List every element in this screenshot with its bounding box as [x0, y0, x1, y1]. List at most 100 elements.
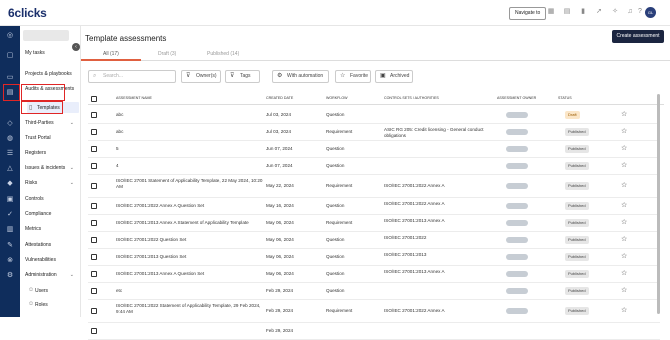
- calendar-icon[interactable]: ▤: [563, 8, 571, 16]
- risk-icon[interactable]: ◆: [5, 180, 15, 188]
- table-row[interactable]: 5 Jun 07, 2024 Question Published ☆: [88, 141, 660, 158]
- favorite-star-icon[interactable]: ☆: [621, 286, 627, 294]
- home-icon[interactable]: ◎: [5, 32, 15, 40]
- assessment-name[interactable]: ISO/IEC 27001:2013 Question Set: [116, 254, 266, 259]
- col-status[interactable]: Status: [558, 96, 572, 100]
- chevron-down-icon[interactable]: ⌄: [70, 180, 74, 186]
- row-checkbox[interactable]: [91, 129, 97, 135]
- sidebar-item-roles[interactable]: Roles: [35, 302, 75, 308]
- table-row[interactable]: abc Jul 03, 2024 Question Draft ☆: [88, 107, 660, 124]
- admin-icon[interactable]: ⚙: [5, 272, 15, 280]
- row-checkbox[interactable]: [91, 112, 97, 118]
- assessment-name[interactable]: 4: [116, 163, 266, 168]
- sidebar-item-compliance[interactable]: Compliance: [25, 211, 77, 217]
- sidebar-item-metrics[interactable]: Metrics: [25, 226, 77, 232]
- chevron-down-icon[interactable]: ⌄: [70, 120, 74, 126]
- row-checkbox[interactable]: [91, 163, 97, 169]
- row-checkbox[interactable]: [91, 203, 97, 209]
- archived-filter[interactable]: ▣ Archived: [375, 70, 413, 83]
- row-checkbox[interactable]: [91, 220, 97, 226]
- tab-all[interactable]: All (17): [103, 51, 119, 57]
- controls-icon[interactable]: ▣: [5, 196, 15, 204]
- dashboard-icon[interactable]: ▢: [5, 52, 15, 60]
- col-created-date[interactable]: Created Date: [266, 96, 293, 100]
- col-control-sets[interactable]: Control Sets / Authorities: [384, 96, 439, 100]
- favorite-star-icon[interactable]: ☆: [621, 181, 627, 189]
- col-assessment-owner[interactable]: Assessment Owner: [497, 96, 536, 100]
- assessment-name[interactable]: ISO/IEC 27001:2022 Annex A Question Set: [116, 203, 266, 208]
- metrics-icon[interactable]: ▥: [5, 226, 15, 234]
- row-checkbox[interactable]: [91, 237, 97, 243]
- tab-published[interactable]: Published (14): [207, 51, 239, 57]
- table-scrollbar[interactable]: [657, 94, 660, 314]
- favorite-star-icon[interactable]: ☆: [621, 127, 627, 135]
- sidebar-item-attestations[interactable]: Attestations: [25, 242, 77, 248]
- sidebar-item-my-tasks[interactable]: My tasks: [25, 50, 77, 56]
- sidebar-item-users[interactable]: Users: [35, 288, 75, 294]
- row-checkbox[interactable]: [91, 254, 97, 260]
- row-checkbox[interactable]: [91, 183, 97, 189]
- favorite-star-icon[interactable]: ☆: [621, 201, 627, 209]
- favorite-star-icon[interactable]: ☆: [621, 161, 627, 169]
- globe-icon[interactable]: ◍: [5, 135, 15, 143]
- help-icon[interactable]: ?: [636, 8, 644, 16]
- bell-icon[interactable]: ♫: [626, 8, 634, 16]
- table-row[interactable]: ISO/IEC 27001:2013 Question Set May 06, 2…: [88, 249, 660, 266]
- table-row[interactable]: abc Jul 03, 2024 Requirement ASIC RG 205: C…: [88, 124, 660, 141]
- shield-icon[interactable]: ◇: [5, 120, 15, 128]
- navigate-to-button[interactable]: Navigate to: [509, 7, 547, 20]
- col-workflow[interactable]: Workflow: [326, 96, 348, 100]
- table-row[interactable]: ISO/IEC 27001:2013 Annex A Statement of …: [88, 215, 660, 232]
- row-checkbox[interactable]: [91, 308, 97, 314]
- assessment-name[interactable]: etc: [116, 288, 266, 293]
- row-checkbox[interactable]: [91, 288, 97, 294]
- tags-filter[interactable]: ⊽ Tags: [225, 70, 260, 83]
- chevron-down-icon[interactable]: ⌄: [70, 165, 74, 171]
- sidebar-item-controls[interactable]: Controls: [25, 196, 77, 202]
- favorite-filter[interactable]: ☆ Favorite: [335, 70, 371, 83]
- favorite-star-icon[interactable]: ☆: [621, 252, 627, 260]
- assessment-name[interactable]: ISO/IEC 27001:2022 Statement of Applicab…: [116, 303, 266, 315]
- tab-draft[interactable]: Draft (3): [158, 51, 176, 57]
- create-assessment-button[interactable]: Create assessment: [612, 30, 664, 43]
- row-checkbox[interactable]: [91, 146, 97, 152]
- table-row[interactable]: ISO/IEC 27001:2022 Statement of Applicab…: [88, 300, 660, 323]
- compliance-icon[interactable]: ✓: [5, 211, 15, 219]
- grid-icon[interactable]: ▦: [547, 8, 555, 16]
- favorite-star-icon[interactable]: ☆: [621, 218, 627, 226]
- favorite-star-icon[interactable]: ☆: [621, 269, 627, 277]
- register-icon[interactable]: ☰: [5, 150, 15, 158]
- favorite-star-icon[interactable]: ☆: [621, 235, 627, 243]
- automation-filter[interactable]: ⚙ With automation: [272, 70, 329, 83]
- alert-icon[interactable]: △: [5, 165, 15, 173]
- assessment-name[interactable]: ISO/IEC 27001:2022 Question Set: [116, 237, 266, 242]
- table-row[interactable]: ISO/IEC 27001:2022 Question Set May 06, 2…: [88, 232, 660, 249]
- sidebar-item-trust-portal[interactable]: Trust Portal: [25, 135, 77, 141]
- assessment-name[interactable]: ISO/IEC 27001:2013 Annex A Statement of …: [116, 220, 266, 225]
- row-checkbox[interactable]: [91, 328, 97, 334]
- col-assessment-name[interactable]: Assessment Name: [116, 96, 152, 100]
- table-row[interactable]: etc Feb 29, 2024 Question Published ☆: [88, 283, 660, 300]
- favorite-star-icon[interactable]: ☆: [621, 144, 627, 152]
- assessment-name[interactable]: 5: [116, 146, 266, 151]
- assessment-name[interactable]: ISO/IEC 27001:2013 Annex A Question Set: [116, 271, 266, 276]
- bar-chart-icon[interactable]: ▮: [579, 8, 587, 16]
- briefcase-icon[interactable]: ▭: [5, 74, 15, 82]
- sidebar-item-vulnerabilities[interactable]: Vulnerabilities: [25, 257, 77, 263]
- table-row[interactable]: ISO/IEC 27001:2013 Annex A Question Set M…: [88, 266, 660, 283]
- bulb-icon[interactable]: ✧: [611, 8, 619, 16]
- select-all-checkbox[interactable]: [91, 96, 97, 102]
- rocket-icon[interactable]: ➚: [595, 8, 603, 16]
- sidebar-item-registers[interactable]: Registers: [25, 150, 77, 156]
- chevron-down-icon[interactable]: ⌄: [70, 272, 74, 278]
- table-row[interactable]: 4 Jun 07, 2024 Question Published ☆: [88, 158, 660, 175]
- assessment-name[interactable]: ISO/IEC 27001 Statement of Applicability…: [116, 178, 266, 190]
- sidebar-item-projects[interactable]: Projects & playbooks: [25, 71, 77, 78]
- logo[interactable]: 6clicks: [8, 6, 47, 20]
- favorite-star-icon[interactable]: ☆: [621, 306, 627, 314]
- assessment-name[interactable]: abc: [116, 129, 266, 134]
- table-row[interactable]: Feb 29, 2024: [88, 323, 660, 340]
- search-input[interactable]: ⌕ Search...: [88, 70, 176, 83]
- row-checkbox[interactable]: [91, 271, 97, 277]
- avatar[interactable]: GL: [645, 7, 656, 18]
